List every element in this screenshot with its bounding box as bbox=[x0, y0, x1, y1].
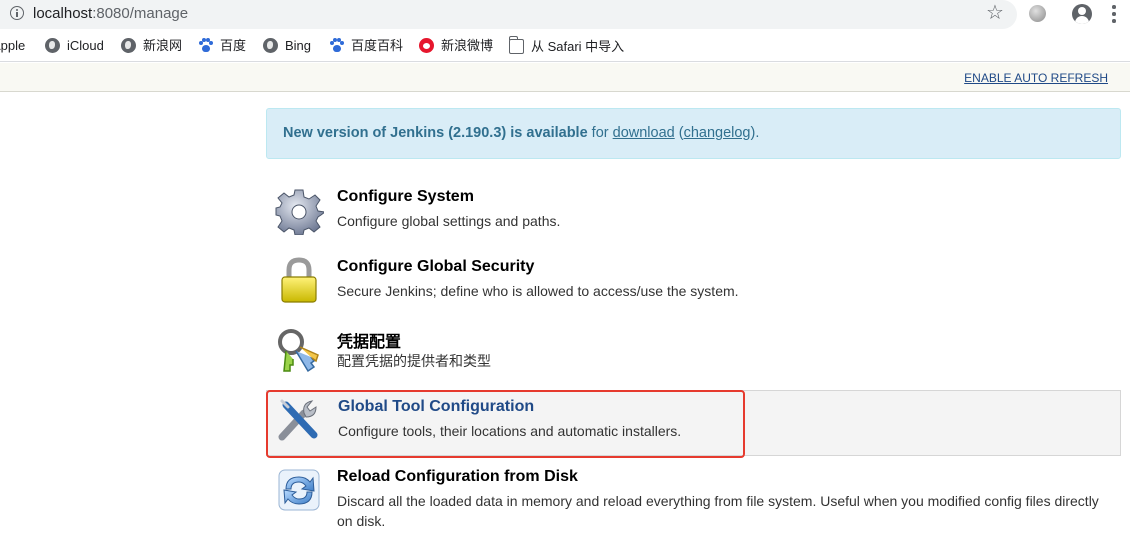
notice-message: New version of Jenkins (2.190.3) is avai… bbox=[283, 125, 588, 141]
bookmark-baidu-baike[interactable]: 百度百科 bbox=[329, 37, 403, 55]
bookmark-bing[interactable]: Bing bbox=[263, 37, 311, 55]
padlock-icon bbox=[281, 257, 317, 303]
update-notice: New version of Jenkins (2.190.3) is avai… bbox=[266, 108, 1121, 159]
manage-item-configure-system[interactable]: Configure System Configure global settin… bbox=[266, 180, 1121, 246]
item-title[interactable]: 凭据配置 bbox=[337, 328, 401, 352]
wrench-screwdriver-icon bbox=[278, 399, 318, 441]
bookmark-baidu[interactable]: 百度 bbox=[198, 37, 246, 55]
item-description: Configure global settings and paths. bbox=[337, 213, 561, 229]
enable-auto-refresh-link[interactable]: ENABLE AUTO REFRESH bbox=[964, 71, 1108, 85]
manage-item-reload-configuration[interactable]: Reload Configuration from Disk Discard a… bbox=[266, 460, 1121, 536]
item-description: Configure tools, their locations and aut… bbox=[338, 423, 682, 439]
item-description: 配置凭据的提供者和类型 bbox=[337, 353, 491, 369]
item-description: Secure Jenkins; define who is allowed to… bbox=[337, 283, 739, 299]
extension-icon[interactable] bbox=[1029, 5, 1046, 22]
item-title[interactable]: Reload Configuration from Disk bbox=[337, 468, 578, 486]
account-icon[interactable] bbox=[1072, 4, 1092, 24]
manage-item-global-security[interactable]: Configure Global Security Secure Jenkins… bbox=[266, 250, 1121, 316]
bookmarks-bar: Apple iCloud 新浪网 百度 Bing 百度百科 新浪微博 从 Saf… bbox=[0, 30, 1130, 62]
manage-item-global-tool-configuration[interactable]: Global Tool Configuration Configure tool… bbox=[266, 390, 1121, 456]
keys-icon bbox=[278, 329, 319, 373]
item-title[interactable]: Configure System bbox=[337, 188, 474, 206]
item-description: Discard all the loaded data in memory an… bbox=[337, 493, 1099, 529]
item-title[interactable]: Global Tool Configuration bbox=[338, 398, 534, 416]
item-title[interactable]: Configure Global Security bbox=[337, 258, 534, 276]
changelog-link[interactable]: changelog bbox=[684, 125, 751, 141]
bookmark-icloud[interactable]: iCloud bbox=[45, 37, 104, 55]
gear-icon bbox=[275, 189, 324, 235]
download-link[interactable]: download bbox=[613, 125, 675, 141]
info-icon[interactable] bbox=[10, 6, 24, 20]
browser-menu-icon[interactable] bbox=[1109, 5, 1119, 23]
bookmark-star-icon[interactable]: ☆ bbox=[986, 3, 1004, 23]
bookmark-import-safari[interactable]: 从 Safari 中导入 bbox=[508, 36, 624, 55]
globe-icon bbox=[121, 38, 136, 53]
bookmark-sina[interactable]: 新浪网 bbox=[121, 37, 182, 55]
reload-icon bbox=[278, 469, 320, 511]
bookmark-apple[interactable]: Apple bbox=[0, 37, 25, 55]
page-top-bar: ENABLE AUTO REFRESH bbox=[0, 63, 1130, 92]
globe-icon bbox=[263, 38, 278, 53]
bookmark-weibo[interactable]: 新浪微博 bbox=[419, 37, 493, 55]
globe-icon bbox=[45, 38, 60, 53]
browser-toolbar: localhost:8080/manage ☆ bbox=[0, 0, 1130, 30]
baidu-paw-icon bbox=[198, 38, 213, 53]
url-text[interactable]: localhost:8080/manage bbox=[33, 5, 188, 22]
manage-item-credentials[interactable]: 凭据配置 配置凭据的提供者和类型 bbox=[266, 320, 1121, 386]
baidu-paw-icon bbox=[329, 38, 344, 53]
weibo-icon bbox=[419, 38, 434, 53]
folder-icon bbox=[508, 36, 524, 54]
address-bar[interactable]: localhost:8080/manage ☆ bbox=[0, 0, 1017, 29]
